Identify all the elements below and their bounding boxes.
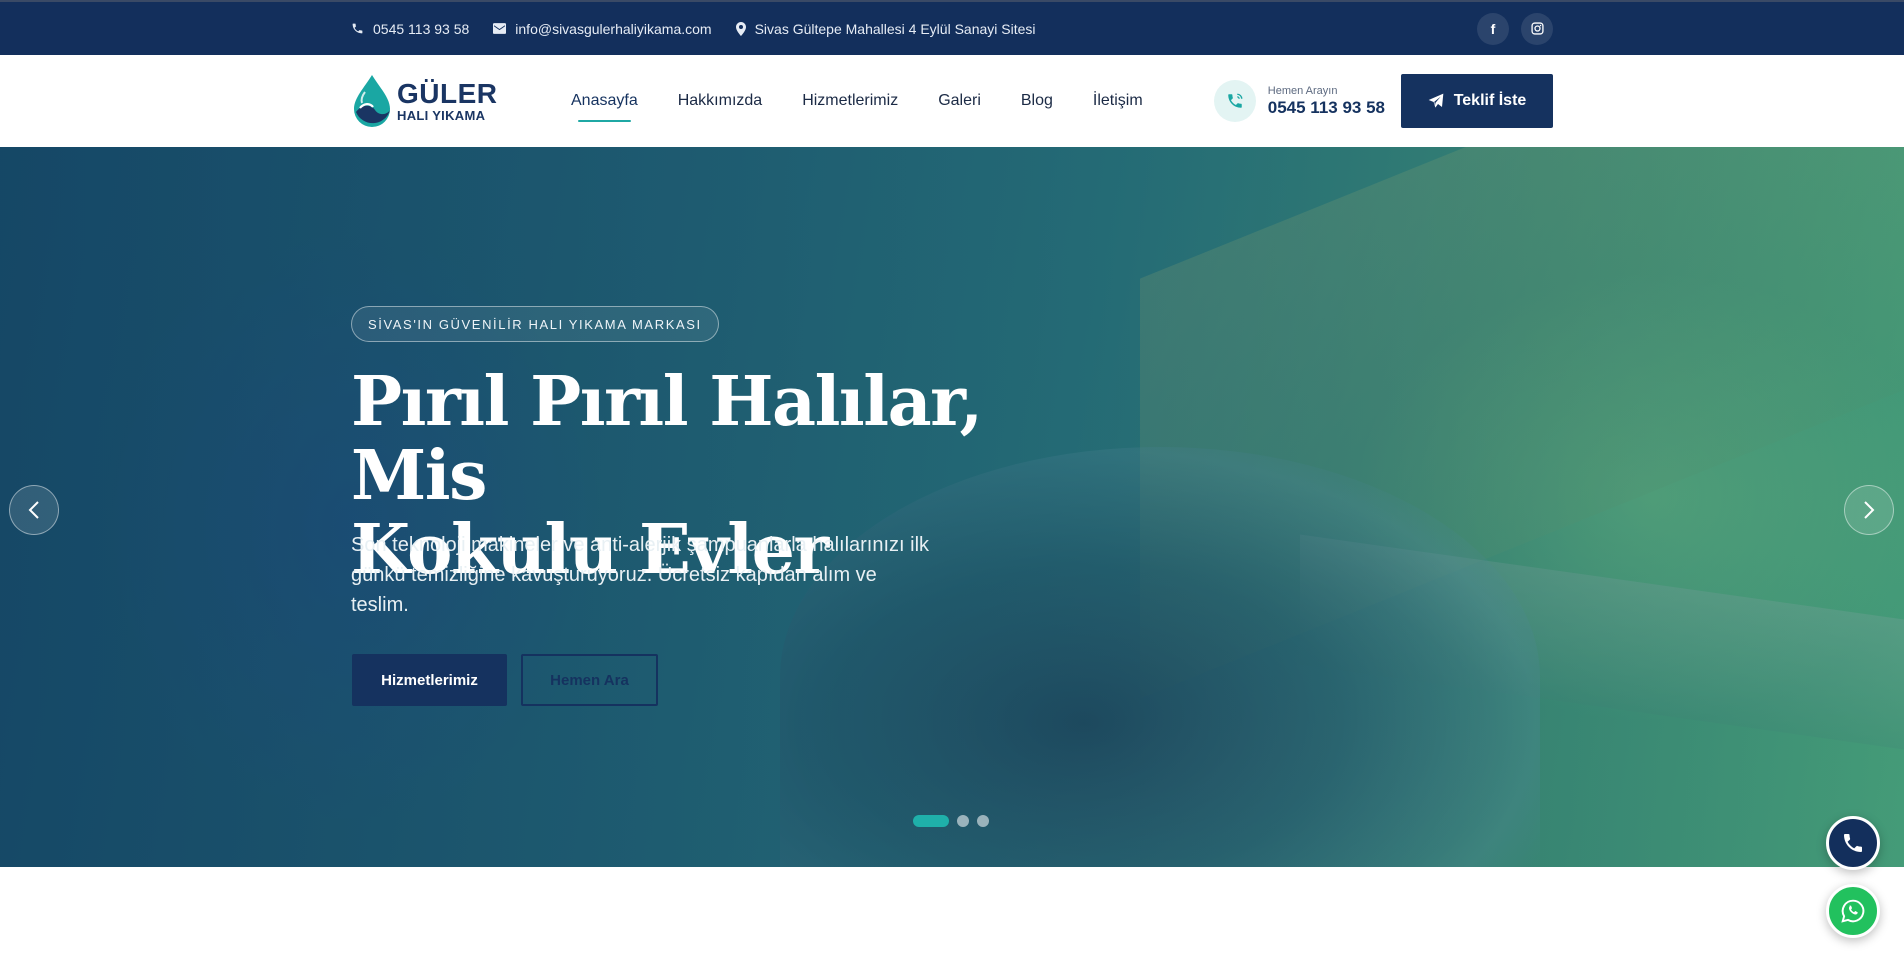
call-label: Hemen Arayın bbox=[1267, 84, 1338, 97]
phone-volume-icon bbox=[1213, 80, 1256, 122]
hero-services-button[interactable]: Hizmetlerimiz bbox=[352, 654, 507, 706]
nav-item-iletisim[interactable]: İletişim bbox=[1093, 86, 1143, 116]
hero-call-button[interactable]: Hemen Ara bbox=[521, 654, 658, 706]
topbar-email-text: info@sivasgulerhaliyikama.com bbox=[515, 20, 712, 37]
slider-dot-2[interactable] bbox=[957, 815, 969, 827]
nav-item-hizmetlerimiz[interactable]: Hizmetlerimiz bbox=[802, 86, 898, 116]
request-quote-button[interactable]: Teklif İste bbox=[1401, 74, 1553, 128]
nav-item-hakkimizda[interactable]: Hakkımızda bbox=[678, 86, 762, 116]
top-bar: 0545 113 93 58 info@sivasgulerhaliyikama… bbox=[0, 0, 1904, 55]
whatsapp-icon bbox=[1841, 899, 1865, 923]
slider-pagination bbox=[913, 815, 989, 827]
slider-prev-button[interactable] bbox=[9, 485, 59, 535]
social-links: f bbox=[1477, 12, 1553, 45]
hero-description: Son teknoloji makineler ve anti-alerjik … bbox=[351, 534, 930, 616]
main-header: GÜLER HALI YIKAMA Anasayfa Hakkımızda Hi… bbox=[0, 55, 1904, 147]
slider-dot-1[interactable] bbox=[913, 815, 949, 827]
instagram-icon[interactable] bbox=[1521, 12, 1553, 45]
logo-drop-icon bbox=[354, 75, 390, 127]
nav-item-blog[interactable]: Blog bbox=[1021, 86, 1053, 116]
phone-icon bbox=[352, 23, 363, 34]
floating-whatsapp-button[interactable] bbox=[1826, 884, 1880, 938]
site-logo[interactable]: GÜLER HALI YIKAMA bbox=[351, 74, 511, 128]
nav-item-galeri[interactable]: Galeri bbox=[938, 86, 981, 116]
topbar-phone[interactable]: 0545 113 93 58 bbox=[351, 21, 469, 37]
hero-slider: SİVAS'IN GÜVENİLİR HALI YIKAMA MARKASI P… bbox=[0, 147, 1904, 867]
nav-item-anasayfa[interactable]: Anasayfa bbox=[571, 86, 638, 122]
call-number: 0545 113 93 58 bbox=[1267, 97, 1385, 117]
main-nav: Anasayfa Hakkımızda Hizmetlerimiz Galeri… bbox=[571, 86, 1143, 122]
slider-dot-3[interactable] bbox=[977, 815, 989, 827]
mail-icon bbox=[493, 23, 507, 34]
hero-tagline: SİVAS'IN GÜVENİLİR HALI YIKAMA MARKASI bbox=[351, 306, 719, 342]
hero-headline-line1: Pırıl Pırıl Halılar, Mis bbox=[351, 362, 983, 516]
facebook-glyph: f bbox=[1490, 20, 1496, 37]
header-call-box[interactable]: Hemen Arayın 0545 113 93 58 bbox=[1213, 80, 1385, 122]
chevron-right-icon bbox=[1864, 501, 1875, 519]
facebook-icon[interactable]: f bbox=[1477, 12, 1509, 45]
chevron-left-icon bbox=[28, 501, 39, 519]
topbar-email[interactable]: info@sivasgulerhaliyikama.com bbox=[493, 20, 712, 37]
phone-icon bbox=[1844, 834, 1862, 852]
paper-plane-icon bbox=[1428, 93, 1444, 108]
topbar-address-text: Sivas Gültepe Mahallesi 4 Eylül Sanayi S… bbox=[754, 20, 1036, 37]
instagram-glyph bbox=[1530, 22, 1544, 35]
slider-next-button[interactable] bbox=[1844, 485, 1894, 535]
logo-subtitle: HALI YIKAMA bbox=[397, 108, 486, 123]
floating-call-button[interactable] bbox=[1826, 816, 1880, 870]
location-pin-icon bbox=[735, 21, 746, 36]
logo-name: GÜLER bbox=[397, 78, 498, 109]
request-quote-label: Teklif İste bbox=[1453, 92, 1527, 109]
topbar-phone-text: 0545 113 93 58 bbox=[373, 20, 470, 37]
topbar-address: Sivas Gültepe Mahallesi 4 Eylül Sanayi S… bbox=[735, 20, 1036, 37]
